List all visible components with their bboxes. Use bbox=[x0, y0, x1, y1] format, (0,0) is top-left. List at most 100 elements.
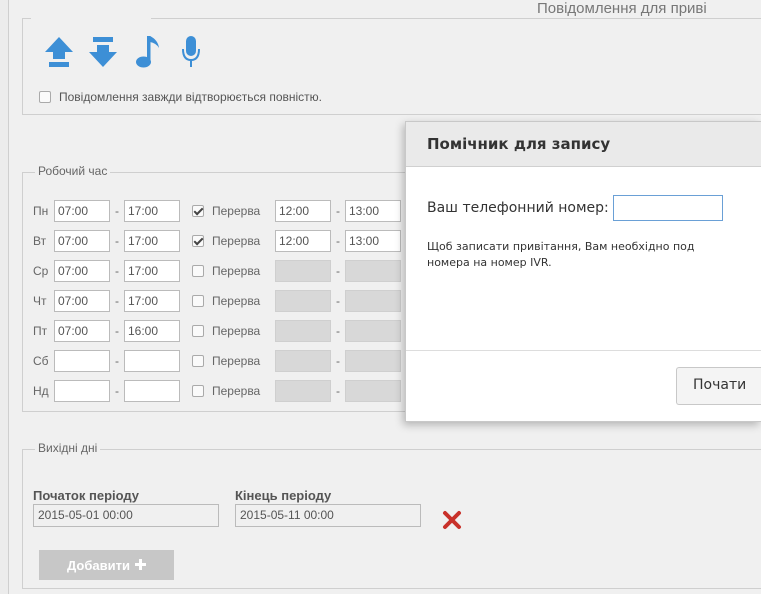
day-row: Ср 07:00-17:00 Перерва - bbox=[33, 260, 401, 282]
dialog-info: Щоб записати привітання, Вам необхідно п… bbox=[427, 239, 761, 271]
range-dash: - bbox=[336, 384, 340, 398]
message-toolbar bbox=[43, 33, 207, 71]
start-button[interactable]: Почати bbox=[676, 367, 761, 405]
day-label: Ср bbox=[33, 264, 49, 278]
range-dash: - bbox=[336, 354, 340, 368]
day-row: Пн 07:00-17:00 Перерва 12:00-13:00 bbox=[33, 200, 401, 222]
break-checkbox[interactable] bbox=[192, 235, 204, 247]
work-start-input[interactable] bbox=[54, 380, 110, 402]
work-end-input[interactable]: 17:00 bbox=[124, 200, 180, 222]
day-label: Нд bbox=[33, 384, 49, 398]
break-end-input bbox=[345, 290, 401, 312]
break-checkbox[interactable] bbox=[192, 355, 204, 367]
period-start-label: Початок періоду bbox=[33, 488, 140, 503]
day-row: Нд - Перерва - bbox=[33, 380, 401, 402]
phone-row: Ваш телефонний номер: bbox=[427, 195, 723, 221]
work-end-input[interactable] bbox=[124, 350, 180, 372]
plus-icon bbox=[134, 558, 146, 573]
day-row: Сб - Перерва - bbox=[33, 350, 401, 372]
break-label: Перерва bbox=[212, 354, 261, 368]
break-checkbox[interactable] bbox=[192, 325, 204, 337]
break-checkbox[interactable] bbox=[192, 295, 204, 307]
break-label: Перерва bbox=[212, 294, 261, 308]
always-full-row: Повідомлення завжди відтворюється повніс… bbox=[39, 90, 322, 104]
add-period-label: Добавити bbox=[67, 557, 130, 573]
range-dash: - bbox=[115, 204, 119, 218]
break-start-input[interactable]: 12:00 bbox=[275, 230, 331, 252]
range-dash: - bbox=[336, 324, 340, 338]
day-label: Вт bbox=[33, 234, 47, 248]
day-row: Пт 07:00-16:00 Перерва - bbox=[33, 320, 401, 342]
dialog-footer: Почати bbox=[406, 350, 761, 423]
range-dash: - bbox=[336, 204, 340, 218]
messages-fieldset: Повідомлення завжди відтворюється повніс… bbox=[22, 17, 761, 115]
work-start-input[interactable]: 07:00 bbox=[54, 320, 110, 342]
break-end-input bbox=[345, 350, 401, 372]
music-note-icon[interactable] bbox=[131, 33, 163, 71]
work-start-input[interactable]: 07:00 bbox=[54, 260, 110, 282]
range-dash: - bbox=[336, 294, 340, 308]
dialog-info-line1: Щоб записати привітання, Вам необхідно п… bbox=[427, 240, 695, 253]
break-start-input bbox=[275, 380, 331, 402]
break-start-input bbox=[275, 320, 331, 342]
work-start-input[interactable]: 07:00 bbox=[54, 200, 110, 222]
day-label: Чт bbox=[33, 294, 47, 308]
download-arrow-icon[interactable] bbox=[87, 33, 119, 71]
period-start-group: Початок періоду 2015-05-01 00:00 bbox=[33, 488, 219, 527]
break-start-input bbox=[275, 260, 331, 282]
add-period-button[interactable]: Добавити bbox=[39, 550, 174, 580]
work-start-input[interactable]: 07:00 bbox=[54, 290, 110, 312]
break-start-input[interactable]: 12:00 bbox=[275, 200, 331, 222]
break-checkbox[interactable] bbox=[192, 265, 204, 277]
break-label: Перерва bbox=[212, 384, 261, 398]
break-label: Перерва bbox=[212, 264, 261, 278]
break-end-input bbox=[345, 380, 401, 402]
break-end-input bbox=[345, 320, 401, 342]
upload-arrow-icon[interactable] bbox=[43, 33, 75, 71]
range-dash: - bbox=[115, 234, 119, 248]
break-end-input bbox=[345, 260, 401, 282]
phone-input[interactable] bbox=[612, 195, 723, 221]
range-dash: - bbox=[115, 294, 119, 308]
break-checkbox[interactable] bbox=[192, 385, 204, 397]
range-dash: - bbox=[115, 384, 119, 398]
work-time-legend: Робочий час bbox=[35, 164, 111, 178]
section-title: Повідомлення для приві bbox=[537, 0, 707, 17]
break-start-input bbox=[275, 290, 331, 312]
holidays-fieldset: Вихідні дні Початок періоду 2015-05-01 0… bbox=[22, 441, 761, 589]
work-end-input[interactable]: 17:00 bbox=[124, 260, 180, 282]
range-dash: - bbox=[115, 324, 119, 338]
range-dash: - bbox=[115, 264, 119, 278]
recording-assistant-dialog: Помічник для запису Ваш телефонний номер… bbox=[405, 121, 761, 422]
microphone-icon[interactable] bbox=[175, 33, 207, 71]
period-start-input[interactable]: 2015-05-01 00:00 bbox=[33, 504, 219, 527]
day-label: Пт bbox=[33, 324, 48, 338]
break-label: Перерва bbox=[212, 204, 261, 218]
day-row: Вт 07:00-17:00 Перерва 12:00-13:00 bbox=[33, 230, 401, 252]
break-checkbox[interactable] bbox=[192, 205, 204, 217]
dialog-info-line2: номера на номер IVR. bbox=[427, 256, 552, 269]
range-dash: - bbox=[115, 354, 119, 368]
break-end-input[interactable]: 13:00 bbox=[345, 200, 401, 222]
always-full-label: Повідомлення завжди відтворюється повніс… bbox=[59, 90, 323, 104]
always-full-checkbox[interactable] bbox=[39, 91, 51, 103]
break-label: Перерва bbox=[212, 234, 261, 248]
period-end-label: Кінець періоду bbox=[235, 488, 332, 503]
holidays-legend: Вихідні дні bbox=[35, 441, 101, 455]
period-end-input[interactable]: 2015-05-11 00:00 bbox=[235, 504, 421, 527]
period-end-group: Кінець періоду 2015-05-11 00:00 bbox=[235, 488, 421, 527]
phone-label: Ваш телефонний номер: bbox=[427, 200, 609, 216]
work-start-input[interactable]: 07:00 bbox=[54, 230, 110, 252]
work-end-input[interactable]: 17:00 bbox=[124, 290, 180, 312]
work-end-input[interactable]: 16:00 bbox=[124, 320, 180, 342]
work-end-input[interactable] bbox=[124, 380, 180, 402]
day-row: Чт 07:00-17:00 Перерва - bbox=[33, 290, 401, 312]
work-end-input[interactable]: 17:00 bbox=[124, 230, 180, 252]
break-start-input bbox=[275, 350, 331, 372]
day-label: Сб bbox=[33, 354, 49, 368]
work-start-input[interactable] bbox=[54, 350, 110, 372]
break-end-input[interactable]: 13:00 bbox=[345, 230, 401, 252]
range-dash: - bbox=[336, 234, 340, 248]
range-dash: - bbox=[336, 264, 340, 278]
delete-period-icon[interactable] bbox=[442, 510, 462, 530]
